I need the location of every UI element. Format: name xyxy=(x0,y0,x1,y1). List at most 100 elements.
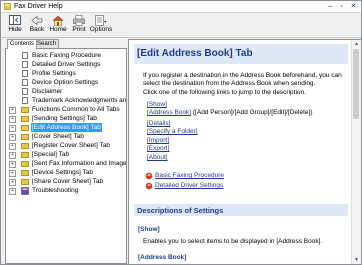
related-topic-icon xyxy=(145,172,153,180)
home-label: Home xyxy=(49,26,67,33)
folder-icon xyxy=(21,107,29,113)
folder-icon xyxy=(21,125,29,131)
scroll-thumb[interactable] xyxy=(353,49,359,119)
folder-icon xyxy=(21,179,29,185)
tree-item-label: [Cover Sheet] Tab xyxy=(32,133,84,140)
options-icon xyxy=(95,15,107,26)
show-heading: [Show] xyxy=(138,226,160,233)
tree-item-label: [Edit Address Book] Tab xyxy=(31,123,102,132)
intro-text: select the destination from the Address … xyxy=(143,80,316,87)
related-link-detailed[interactable]: Detailed Driver Settings xyxy=(145,182,223,190)
expand-icon[interactable]: + xyxy=(9,161,16,168)
tree-item-label: [Register Cover Sheet] Tab xyxy=(32,142,110,149)
link-address-book[interactable]: [Address Book] ([Add Person]/[Add Group]… xyxy=(147,109,312,117)
folder-icon xyxy=(21,134,29,140)
print-icon xyxy=(73,15,85,26)
folder-icon xyxy=(21,152,29,158)
expand-icon[interactable]: + xyxy=(9,116,16,123)
related-topic-icon xyxy=(145,182,153,190)
link-import[interactable]: [Import] xyxy=(147,137,169,145)
address-book-heading: [Address Book] xyxy=(138,254,187,261)
link-show-text[interactable]: [Show] xyxy=(147,101,167,108)
hide-label: Hide xyxy=(8,26,22,33)
topic-title: [Edit Address Book] Tab xyxy=(137,48,253,59)
tree-item-label: Device Option Settings xyxy=(32,79,99,86)
tree-item-label: Functions Common to All Tabs xyxy=(32,106,120,113)
navigation-pane: Contents Search Basic Faxing Procedure D… xyxy=(5,39,127,264)
link-show[interactable]: [Show] xyxy=(147,101,167,109)
instruction-text: Click one of the following links to jump… xyxy=(143,89,306,96)
expand-icon[interactable]: + xyxy=(9,143,16,150)
options-label: Options xyxy=(89,26,113,33)
folder-icon xyxy=(21,143,29,149)
expand-icon[interactable]: + xyxy=(9,179,16,186)
page-icon xyxy=(22,61,28,68)
nav-tabs: Contents Search xyxy=(5,39,125,49)
expand-icon[interactable]: + xyxy=(9,188,16,195)
show-description: Enables you to select items to be displa… xyxy=(143,238,323,245)
tree-item-label: Basic Faxing Procedure xyxy=(32,52,102,59)
back-button[interactable]: Back xyxy=(26,15,48,36)
related-link-basic[interactable]: Basic Faxing Procedure xyxy=(145,172,224,180)
maximize-button[interactable]: ▫ xyxy=(337,2,346,11)
close-button[interactable]: ✕ xyxy=(349,2,358,11)
link-export[interactable]: [Export] xyxy=(147,145,169,153)
title-bar: Fax Driver Help – ▫ ✕ xyxy=(1,1,361,13)
tree-item-label: Disclaimer xyxy=(32,88,63,95)
expand-icon[interactable]: + xyxy=(9,134,16,141)
tree-item-label: Detailed Driver Settings xyxy=(32,61,101,68)
topic-content: [Edit Address Book] Tab If you register … xyxy=(129,40,350,264)
scroll-down-icon[interactable]: ▼ xyxy=(352,256,361,264)
tree-item-label: [Device Settings] Tab xyxy=(32,169,93,176)
related-link-detailed-text[interactable]: Detailed Driver Settings xyxy=(155,182,223,189)
link-about[interactable]: [About] xyxy=(147,154,168,162)
expand-icon[interactable]: + xyxy=(9,107,16,114)
topic-header: [Edit Address Book] Tab xyxy=(134,44,348,64)
scroll-up-icon[interactable]: ▲ xyxy=(352,40,361,48)
expand-icon[interactable]: + xyxy=(9,125,16,132)
toolbar: Hide Back Home Print Options xyxy=(1,13,361,38)
help-window: Fax Driver Help – ▫ ✕ Hide Back Home Pri… xyxy=(0,0,362,265)
tree-item-label: [Share Cover Sheet] Tab xyxy=(32,178,104,185)
link-specify-folder-text[interactable]: [Specify a Folder] xyxy=(147,128,198,135)
folder-icon xyxy=(21,161,29,167)
tab-contents[interactable]: Contents xyxy=(7,39,38,49)
expand-icon[interactable]: + xyxy=(9,152,16,159)
hide-button[interactable]: Hide xyxy=(4,15,26,36)
link-export-text[interactable]: [Export] xyxy=(147,145,169,152)
back-arrow-icon xyxy=(31,15,43,26)
related-link-basic-text[interactable]: Basic Faxing Procedure xyxy=(155,172,224,179)
link-import-text[interactable]: [Import] xyxy=(147,137,169,144)
help-app-icon xyxy=(4,3,11,10)
home-icon xyxy=(52,15,64,26)
tab-search[interactable]: Search xyxy=(34,39,60,48)
link-details-text[interactable]: [Details] xyxy=(147,120,170,127)
print-button[interactable]: Print xyxy=(68,15,90,36)
vertical-scrollbar[interactable]: ▲ ▼ xyxy=(351,40,361,264)
expand-icon[interactable]: + xyxy=(9,170,16,177)
link-about-text[interactable]: [About] xyxy=(147,154,168,161)
link-specify-folder[interactable]: [Specify a Folder] xyxy=(147,128,198,136)
options-button[interactable]: Options xyxy=(89,15,113,36)
page-icon xyxy=(22,70,28,77)
page-icon xyxy=(22,52,28,59)
topic-pane: [Edit Address Book] Tab If you register … xyxy=(128,39,362,265)
page-icon xyxy=(22,88,28,95)
link-details[interactable]: [Details] xyxy=(147,120,170,128)
tree-item-label: [Special] Tab xyxy=(32,151,70,158)
minimize-button[interactable]: – xyxy=(326,2,335,11)
tree-item-label: Troubleshooting xyxy=(32,187,79,194)
contents-tree: Basic Faxing Procedure Detailed Driver S… xyxy=(5,48,127,264)
book-icon xyxy=(21,187,29,195)
back-label: Back xyxy=(29,26,45,33)
page-icon xyxy=(22,79,28,86)
print-label: Print xyxy=(72,26,86,33)
home-button[interactable]: Home xyxy=(47,15,69,36)
page-icon xyxy=(22,97,28,104)
link-address-book-text[interactable]: [Address Book] xyxy=(147,109,191,116)
tree-item-label: [Sending Settings] Tab xyxy=(32,115,97,122)
tree-item-label: [Sent Fax Information and Image] xyxy=(32,160,127,167)
hide-icon xyxy=(9,15,21,25)
intro-text: If you register a destination in the Add… xyxy=(143,72,342,79)
address-book-subitems: ([Add Person]/[Add Group]/[Edit]/[Delete… xyxy=(192,109,313,116)
